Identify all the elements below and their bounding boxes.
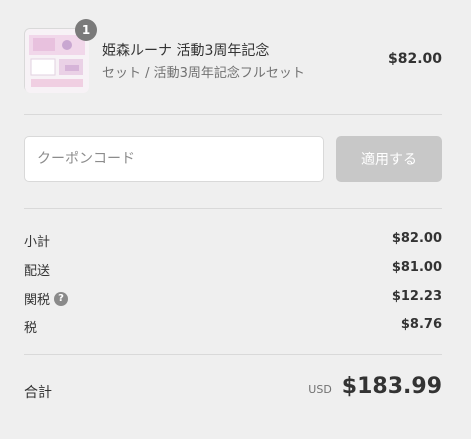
subtotal-row: 小計 $82.00 bbox=[24, 229, 442, 250]
product-variant: セット / 活動3周年記念フルセット bbox=[102, 66, 305, 81]
duties-label: 関税 bbox=[24, 293, 51, 308]
duties-row: 関税 ? $12.23 bbox=[24, 287, 442, 308]
apply-coupon-button[interactable]: 適用する bbox=[336, 136, 442, 182]
coupon-code-input[interactable] bbox=[24, 136, 324, 182]
tax-row: 税 $8.76 bbox=[24, 315, 442, 336]
subtotal-label: 小計 bbox=[24, 235, 51, 250]
duties-value: $12.23 bbox=[391, 289, 442, 304]
divider bbox=[24, 208, 442, 209]
order-summary: 1 姫森ルーナ 活動3周年記念 セット / 活動3周年記念フルセット $82.0… bbox=[0, 0, 471, 439]
product-thumbnail: 1 bbox=[24, 19, 97, 93]
shipping-row: 配送 $81.00 bbox=[24, 258, 442, 279]
subtotal-value: $82.00 bbox=[391, 231, 442, 246]
divider bbox=[24, 114, 442, 115]
question-icon[interactable]: ? bbox=[54, 291, 69, 306]
duties-label-wrap: 関税 ? bbox=[24, 289, 69, 308]
shipping-value: $81.00 bbox=[391, 260, 442, 275]
total-amount: USD $183.99 bbox=[308, 374, 442, 399]
total-value: $183.99 bbox=[341, 374, 442, 399]
product-title: 姫森ルーナ 活動3周年記念 bbox=[102, 43, 270, 59]
currency-code: USD bbox=[308, 383, 332, 396]
tax-label: 税 bbox=[24, 321, 38, 336]
divider bbox=[24, 354, 442, 355]
total-row: 合計 USD $183.99 bbox=[24, 374, 442, 406]
product-price: $82.00 bbox=[387, 51, 442, 67]
line-item: 1 姫森ルーナ 活動3周年記念 セット / 活動3周年記念フルセット $82.0… bbox=[24, 19, 442, 93]
tax-value: $8.76 bbox=[400, 317, 442, 332]
total-label: 合計 bbox=[24, 385, 52, 401]
quantity-badge: 1 bbox=[75, 19, 97, 41]
shipping-label: 配送 bbox=[24, 264, 51, 279]
